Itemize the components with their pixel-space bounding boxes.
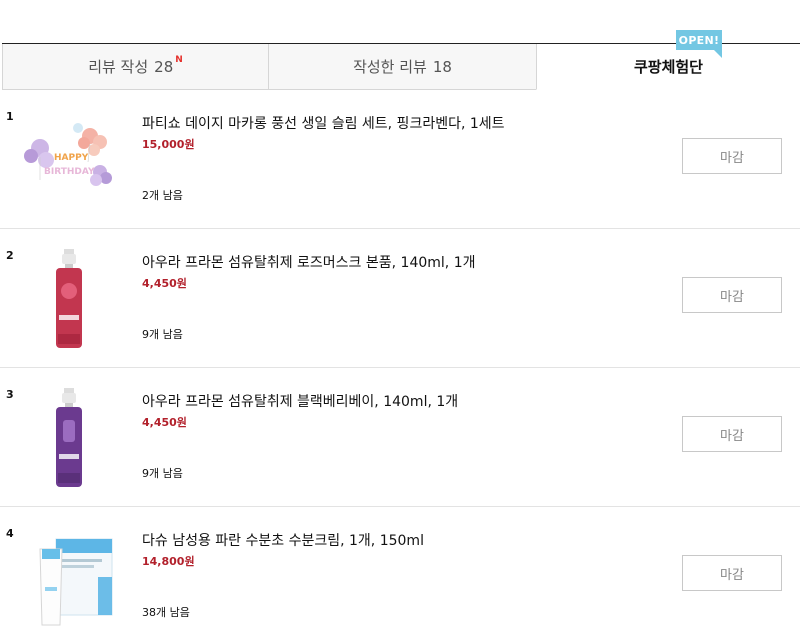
product-price: 4,450원 bbox=[142, 416, 187, 429]
closed-button[interactable]: 마감 bbox=[682, 138, 782, 174]
tab-label: 리뷰 작성 bbox=[88, 58, 149, 76]
review-tabs: 리뷰 작성 28 N 작성한 리뷰 18 쿠팡체험단 bbox=[2, 43, 800, 90]
open-badge: OPEN! bbox=[676, 30, 722, 58]
product-title[interactable]: 아우라 프라몬 섬유탈취제 블랙베리베이, 140ml, 1개 bbox=[142, 391, 458, 411]
closed-button[interactable]: 마감 bbox=[682, 277, 782, 313]
remaining-count: 2개 남음 bbox=[142, 189, 183, 202]
closed-button[interactable]: 마감 bbox=[682, 555, 782, 591]
tab-count: 28 bbox=[154, 57, 174, 76]
cream-tube-image[interactable] bbox=[18, 527, 118, 627]
tab-coupang-trial[interactable]: 쿠팡체험단 bbox=[536, 44, 800, 90]
product-price: 14,800원 bbox=[142, 555, 195, 568]
closed-button[interactable]: 마감 bbox=[682, 416, 782, 452]
spray-bottle-pink-image[interactable] bbox=[18, 249, 118, 349]
remaining-count: 9개 남음 bbox=[142, 328, 183, 341]
item-rank: 2 bbox=[6, 249, 14, 262]
product-price: 15,000원 bbox=[142, 138, 195, 151]
trial-product-list: 1 HAPPY BIRTHDAY 파티쇼 데이지 마카롱 풍선 생일 슬림 세트… bbox=[0, 90, 800, 640]
item-rank: 3 bbox=[6, 388, 14, 401]
remaining-count: 9개 남음 bbox=[142, 467, 183, 480]
product-title[interactable]: 아우라 프라몬 섬유탈취제 로즈머스크 본품, 140ml, 1개 bbox=[142, 252, 475, 272]
item-rank: 1 bbox=[6, 110, 14, 123]
list-item: 4 다슈 남성용 파란 수분초 수분크림, 1개, 150ml 14,800원 … bbox=[0, 507, 800, 640]
list-item: 1 HAPPY BIRTHDAY 파티쇼 데이지 마카롱 풍선 생일 슬림 세트… bbox=[0, 90, 800, 229]
list-item: 3 아우라 프라몬 섬유탈취제 블랙베리베이, 140ml, 1개 4,450원… bbox=[0, 368, 800, 507]
remaining-count: 38개 남음 bbox=[142, 606, 190, 619]
product-price: 4,450원 bbox=[142, 277, 187, 290]
tab-write-review[interactable]: 리뷰 작성 28 N bbox=[2, 44, 268, 90]
product-title[interactable]: 파티쇼 데이지 마카롱 풍선 생일 슬림 세트, 핑크라벤다, 1세트 bbox=[142, 113, 505, 133]
new-badge: N bbox=[175, 54, 183, 65]
list-item: 2 아우라 프라몬 섬유탈취제 로즈머스크 본품, 140ml, 1개 4,45… bbox=[0, 229, 800, 368]
balloon-set-image[interactable]: HAPPY BIRTHDAY bbox=[18, 110, 118, 210]
svg-text:BIRTHDAY: BIRTHDAY bbox=[44, 167, 95, 177]
svg-text:HAPPY: HAPPY bbox=[54, 153, 89, 163]
tab-label: 작성한 리뷰 bbox=[353, 58, 427, 76]
item-rank: 4 bbox=[6, 527, 14, 540]
product-title[interactable]: 다슈 남성용 파란 수분초 수분크림, 1개, 150ml bbox=[142, 530, 424, 550]
tab-label: 쿠팡체험단 bbox=[633, 58, 703, 76]
spray-bottle-purple-image[interactable] bbox=[18, 388, 118, 488]
tab-count: 18 bbox=[432, 57, 452, 76]
tab-written-reviews[interactable]: 작성한 리뷰 18 bbox=[268, 44, 536, 90]
